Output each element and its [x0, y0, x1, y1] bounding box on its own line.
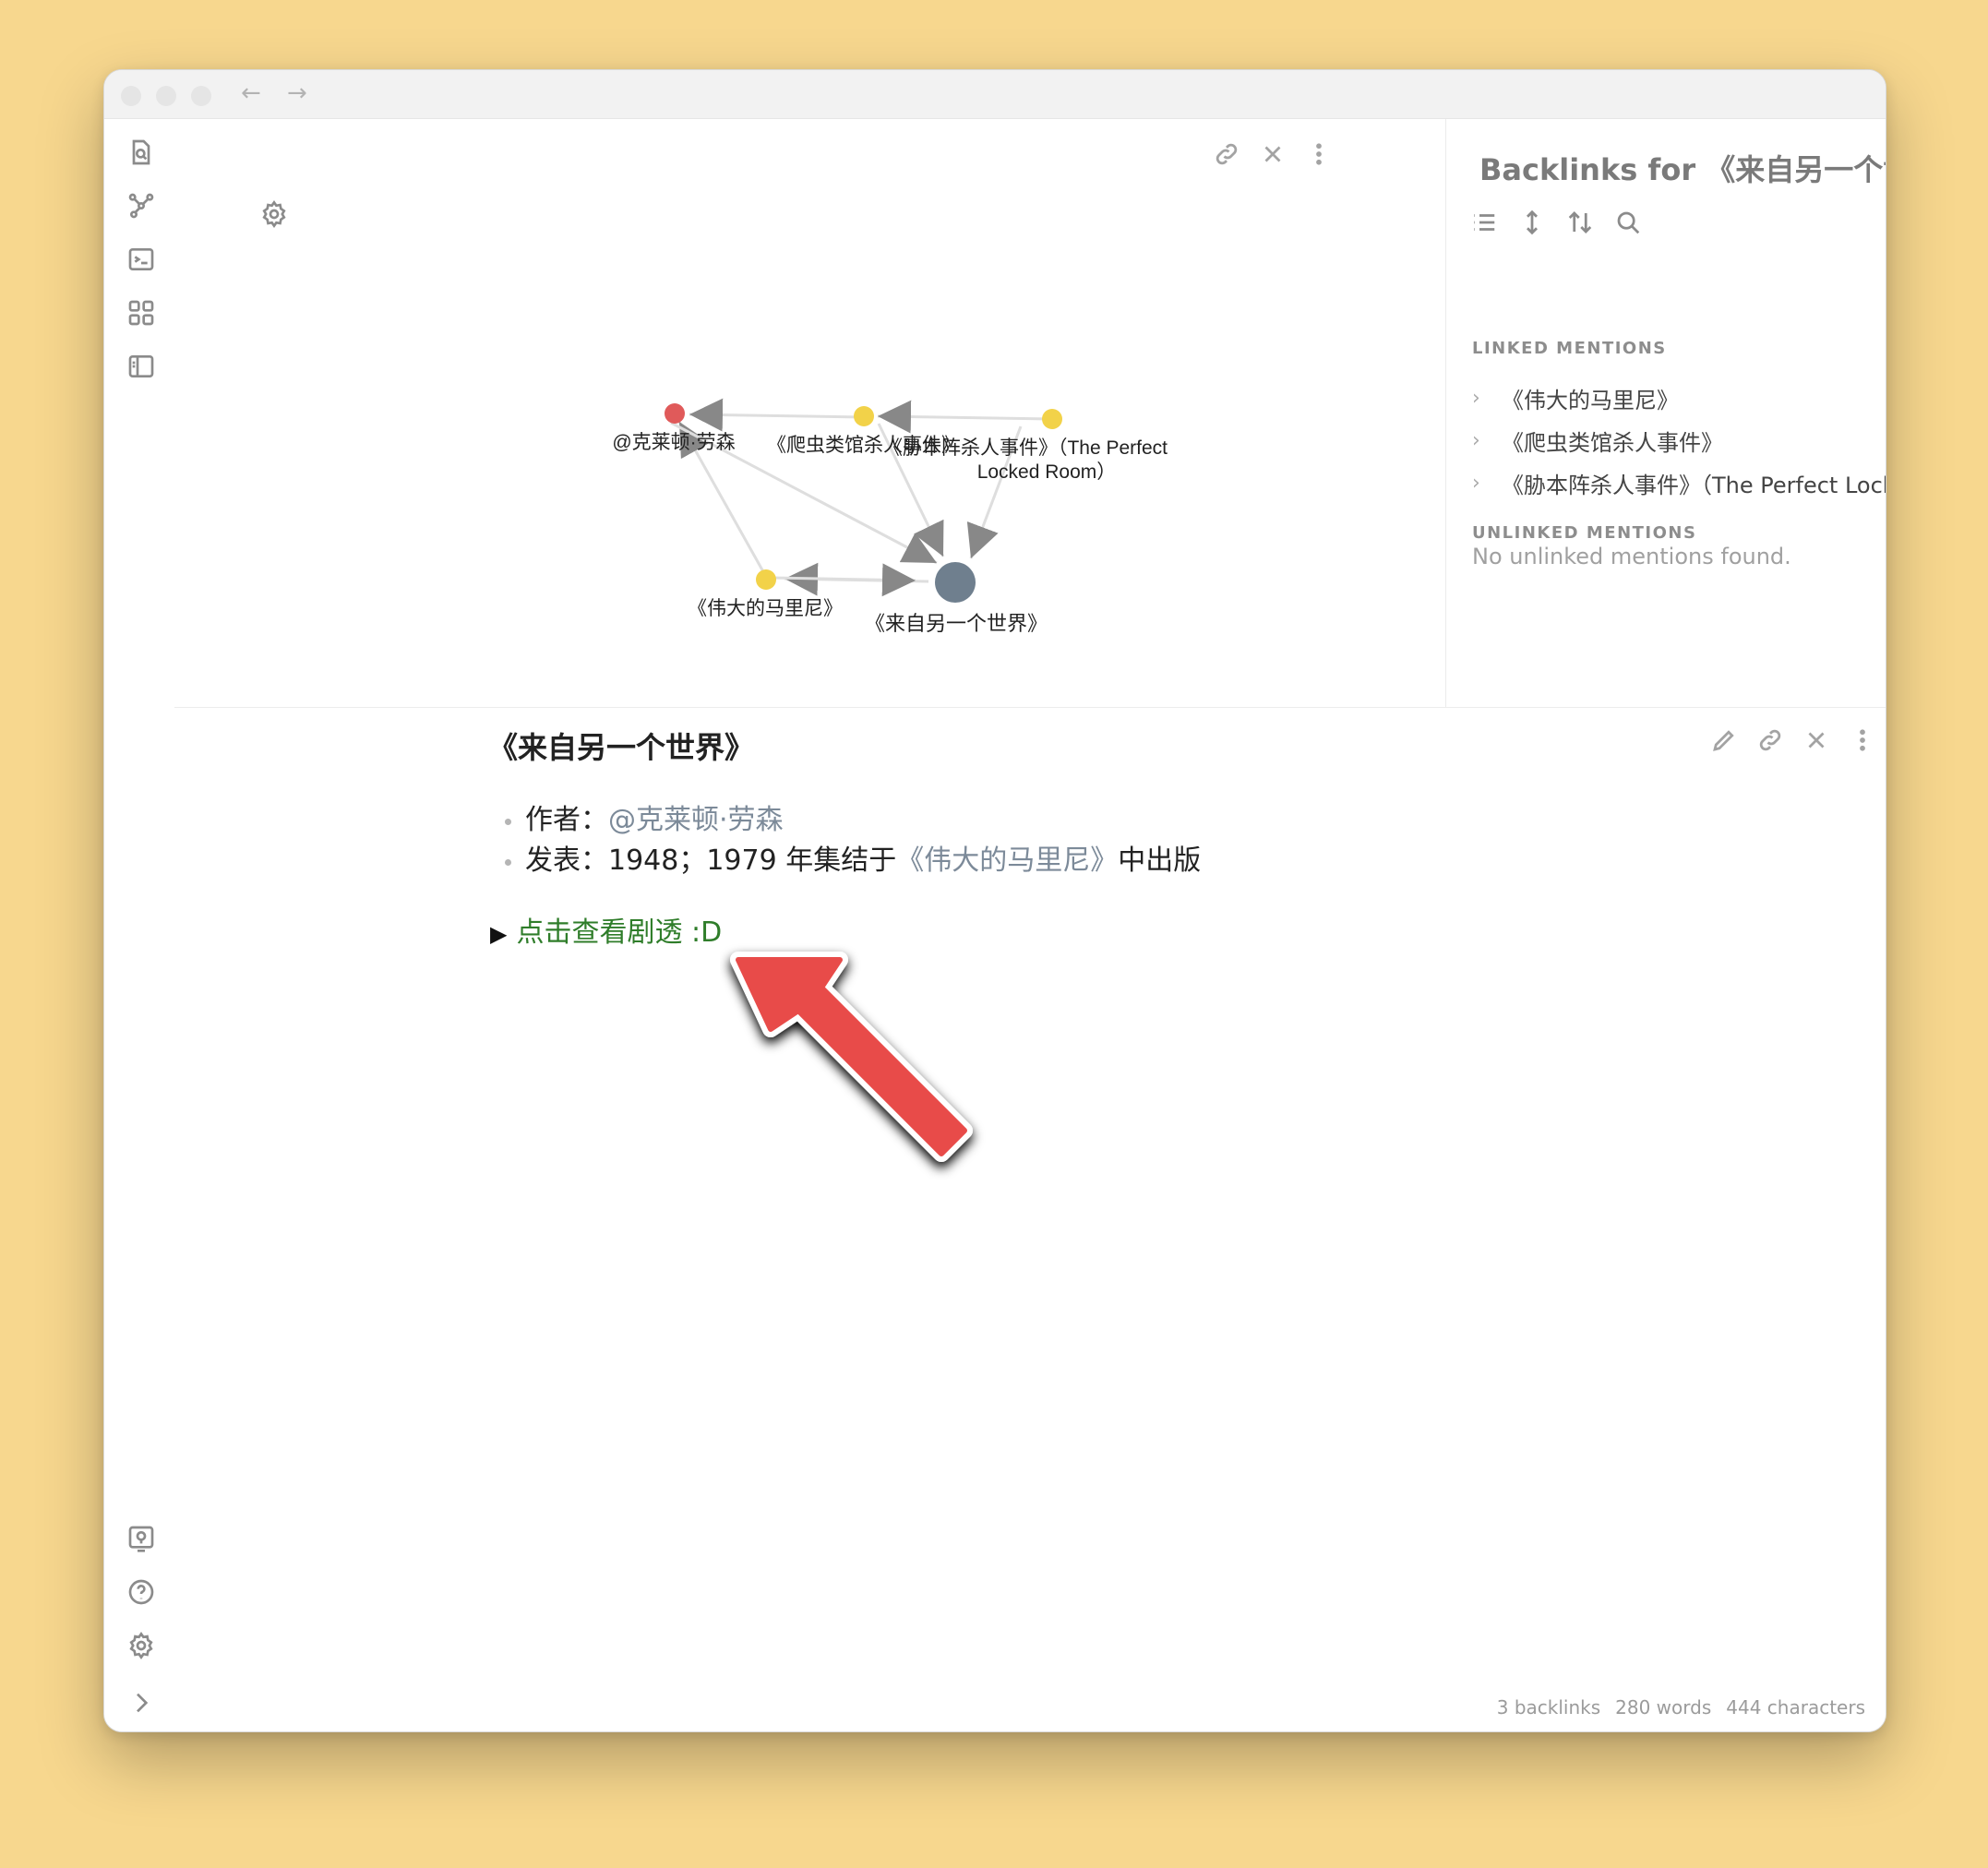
publication-text: 发表：1948；1979 年集结于	[525, 844, 897, 877]
edit-icon[interactable]	[1710, 726, 1738, 758]
author-row: 作者：@克莱顿·劳森	[504, 800, 1201, 841]
mention-label: 《爬虫类馆杀人事件》	[1502, 430, 1723, 456]
graph-node-current[interactable]	[935, 562, 976, 603]
graph-label-current: 《来自另一个世界》	[865, 612, 1048, 635]
minimize-window-button[interactable]	[156, 86, 176, 106]
backlinks-count[interactable]: 3 backlinks	[1497, 1696, 1600, 1718]
graph-edge	[689, 398, 864, 432]
chevron-right-icon: ›	[1472, 387, 1480, 410]
expand-chevron-icon[interactable]	[126, 1688, 156, 1718]
vault-switcher-icon[interactable]	[126, 1524, 156, 1553]
settings-icon[interactable]	[126, 1631, 156, 1660]
mention-label: 《胁本阵杀人事件》（The Perfect Locked Ro...	[1502, 473, 1886, 498]
graph-node-marini[interactable]	[756, 569, 776, 590]
graph-view-pane: @克莱顿·劳森 《爬虫类馆杀人事件》 《胁本阵杀人事件》（The Perfect…	[174, 119, 1445, 707]
no-unlinked-text: No unlinked mentions found.	[1472, 544, 1791, 569]
spoiler-toggle[interactable]: ▶ 点击查看剧透 :D	[490, 909, 722, 950]
graph-node-reptile[interactable]	[854, 406, 874, 426]
chevron-right-icon: ›	[1472, 429, 1480, 452]
graph-node-author[interactable]	[665, 403, 685, 424]
link-icon[interactable]	[1756, 726, 1784, 758]
plugins-icon[interactable]	[126, 298, 156, 328]
app-window: ← → @克莱顿·劳森 《爬虫类馆杀人事件》 《胁本阵杀人事件》（The Per…	[103, 69, 1886, 1732]
graph-view-icon[interactable]	[126, 191, 156, 221]
linked-mention-item[interactable]: › 《胁本阵杀人事件》（The Perfect Locked Ro...	[1472, 467, 1886, 499]
close-window-button[interactable]	[121, 86, 141, 106]
graph-node-perfect[interactable]	[1042, 409, 1062, 429]
more-options-icon[interactable]	[1849, 726, 1876, 758]
unlinked-mentions-header: UNLINKED MENTIONS	[1472, 523, 1697, 543]
author-link[interactable]: @克莱顿·劳森	[608, 804, 784, 836]
backlinks-title: Backlinks for 《来自另一个世界	[1479, 152, 1886, 187]
title-bar: ← →	[104, 70, 1886, 119]
left-ribbon	[104, 119, 174, 1731]
forward-arrow-icon[interactable]: →	[287, 79, 307, 107]
command-palette-icon[interactable]	[126, 245, 156, 274]
publication-link[interactable]: 《伟大的马里尼》	[896, 844, 1118, 877]
graph-label-perfect: 《胁本阵杀人事件》（The Perfect	[883, 437, 1168, 459]
back-arrow-icon[interactable]: ←	[241, 79, 261, 107]
linked-mention-item[interactable]: › 《伟大的马里尼》	[1472, 382, 1679, 414]
status-bar: 3 backlinks 280 words 444 characters	[1497, 1696, 1865, 1718]
spoiler-label: 点击查看剧透 :D	[516, 916, 723, 949]
sort-icon[interactable]	[1566, 209, 1594, 240]
search-icon[interactable]	[1614, 209, 1642, 240]
linked-mentions-header: LINKED MENTIONS	[1472, 339, 1667, 358]
backlinks-toolbar	[1470, 209, 1642, 240]
graph-canvas[interactable]: @克莱顿·劳森 《爬虫类馆杀人事件》 《胁本阵杀人事件》（The Perfect…	[174, 119, 1445, 707]
publication-suffix: 中出版	[1118, 844, 1202, 877]
chevron-right-icon: ›	[1472, 472, 1480, 495]
help-icon[interactable]	[126, 1577, 156, 1607]
char-count: 444 characters	[1726, 1696, 1865, 1718]
list-icon[interactable]	[1470, 209, 1498, 240]
note-title: 《来自另一个世界》	[488, 730, 755, 765]
sidebar-toggle-icon[interactable]	[126, 352, 156, 381]
word-count: 280 words	[1615, 1696, 1712, 1718]
publication-row: 发表：1948；1979 年集结于《伟大的马里尼》中出版	[504, 841, 1202, 881]
author-label: 作者：	[525, 804, 608, 836]
linked-mention-item[interactable]: › 《爬虫类馆杀人事件》	[1472, 425, 1723, 457]
close-icon[interactable]	[1802, 726, 1830, 758]
editor-pane-actions	[1710, 726, 1876, 758]
note-editor-pane: 《来自另一个世界》 作者：@克莱顿·劳森 发表：1948；1979 年集结于《伟…	[174, 708, 1886, 1731]
mention-label: 《伟大的马里尼》	[1502, 388, 1679, 413]
backlinks-pane: Backlinks for 《来自另一个世界 LINKED MENTIONS ›…	[1445, 119, 1886, 707]
graph-label-marini: 《伟大的马里尼》	[688, 598, 843, 619]
quick-switcher-icon[interactable]	[126, 138, 156, 167]
graph-label-perfect-line2: Locked Room）	[977, 461, 1117, 483]
disclosure-triangle-icon: ▶	[490, 921, 508, 947]
zoom-window-button[interactable]	[191, 86, 211, 106]
collapse-icon[interactable]	[1518, 209, 1546, 240]
graph-label-author: @克莱顿·劳森	[612, 432, 735, 453]
metadata-list: 作者：@克莱顿·劳森 发表：1948；1979 年集结于《伟大的马里尼》中出版	[504, 800, 1202, 881]
graph-edge	[877, 400, 1052, 434]
annotation-arrow-icon	[730, 952, 973, 1162]
